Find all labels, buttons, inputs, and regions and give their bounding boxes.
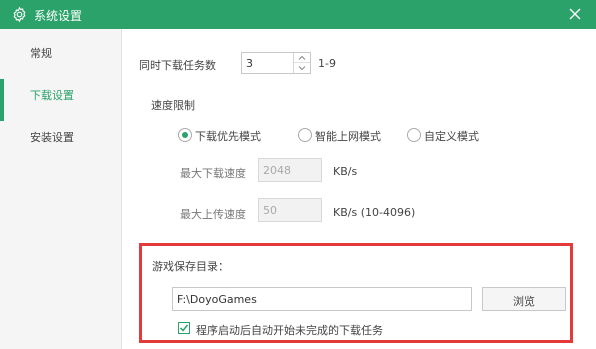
checkmark-icon	[179, 324, 189, 332]
browse-button[interactable]: 浏览	[482, 287, 566, 311]
concurrent-tasks-stepper[interactable]: 3	[241, 52, 311, 74]
max-upload-input: 50	[258, 198, 322, 222]
stepper-down-button[interactable]	[294, 63, 310, 73]
radio-circle	[298, 128, 312, 142]
max-upload-unit: KB/s (10-4096)	[333, 206, 416, 219]
sidebar-item-general[interactable]: 常规	[0, 37, 121, 67]
autostart-checkbox[interactable]	[178, 322, 190, 334]
autostart-label: 程序启动后自动开始未完成的下载任务	[196, 324, 383, 337]
concurrent-tasks-value[interactable]: 3	[246, 57, 253, 70]
radio-label: 自定义模式	[424, 130, 479, 143]
gear-icon	[13, 6, 26, 23]
concurrent-tasks-range: 1-9	[318, 57, 336, 70]
radio-circle	[407, 128, 421, 142]
save-dir-path: F:\DoyoGames	[177, 293, 257, 306]
max-upload-value: 50	[263, 204, 277, 217]
title-bar: 系统设置	[0, 0, 596, 29]
radio-label: 下载优先模式	[195, 130, 261, 143]
concurrent-tasks-label: 同时下载任务数	[139, 59, 216, 72]
max-upload-label: 最大上传速度	[180, 208, 246, 221]
browse-button-label: 浏览	[513, 295, 535, 308]
chevron-up-icon	[298, 55, 306, 60]
sidebar-item-label: 安装设置	[30, 131, 74, 144]
max-download-input: 2048	[258, 158, 322, 182]
sidebar-item-download-settings[interactable]: 下载设置	[0, 79, 121, 121]
max-download-label: 最大下载速度	[180, 167, 246, 180]
chevron-down-icon	[298, 66, 306, 71]
close-icon[interactable]	[567, 6, 583, 22]
max-download-unit: KB/s	[333, 165, 358, 178]
save-dir-label: 游戏保存目录：	[152, 260, 229, 273]
sidebar: 常规 下载设置 安装设置	[0, 29, 122, 349]
speed-limit-label: 速度限制	[151, 99, 195, 112]
save-dir-input[interactable]: F:\DoyoGames	[172, 287, 472, 311]
sidebar-item-label: 常规	[30, 47, 52, 60]
radio-label: 智能上网模式	[315, 130, 381, 143]
stepper-up-button[interactable]	[294, 53, 310, 63]
sidebar-item-label: 下载设置	[30, 89, 74, 102]
sidebar-item-install-settings[interactable]: 安装设置	[0, 121, 121, 151]
radio-circle	[178, 128, 192, 142]
max-download-value: 2048	[263, 164, 291, 177]
window-title: 系统设置	[34, 9, 83, 23]
